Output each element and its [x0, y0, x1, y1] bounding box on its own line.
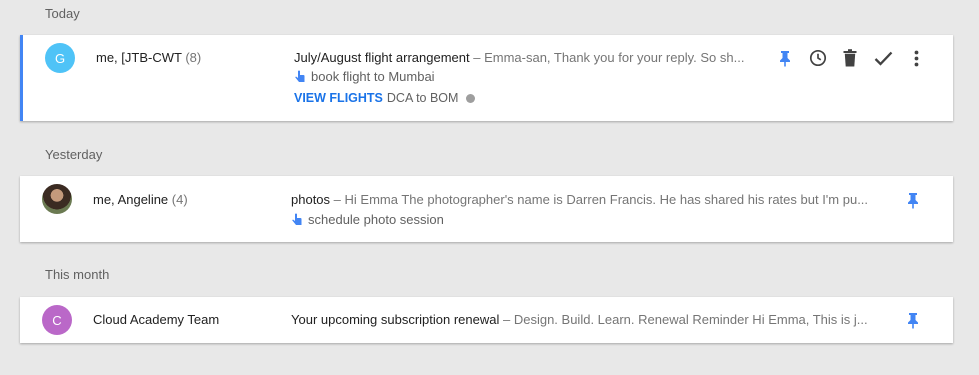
clock-icon — [809, 49, 827, 67]
subject-separator: – — [499, 312, 514, 327]
thread-snippet: Design. Build. Learn. Renewal Reminder H… — [513, 312, 868, 327]
thread-subject: photos — [291, 192, 331, 207]
thread-sender: me, [JTB-CWT (8) — [96, 50, 201, 65]
trash-icon — [843, 49, 857, 67]
more-options-button[interactable] — [905, 47, 927, 69]
sender-names: me, Angeline — [93, 192, 169, 207]
more-vert-icon — [914, 50, 918, 66]
pin-icon — [908, 312, 918, 328]
avatar: G — [45, 43, 75, 73]
section-label-this-month: This month — [45, 267, 110, 282]
pin-button[interactable] — [774, 47, 796, 69]
sender-names: me, [JTB-CWT — [96, 50, 182, 65]
smart-action-row: VIEW FLIGHTS DCA to BOM — [294, 91, 476, 105]
reminder-chip[interactable]: schedule photo session — [291, 212, 444, 227]
pin-icon — [780, 50, 790, 66]
thread-snippet: Emma-san, Thank you for your reply. So s… — [484, 50, 745, 65]
sender-names: Cloud Academy Team — [93, 312, 220, 327]
thread-snippet: Hi Emma The photographer's name is Darre… — [344, 192, 869, 207]
message-count: (4) — [171, 192, 188, 207]
reminder-text: schedule photo session — [308, 212, 444, 227]
check-icon — [874, 51, 892, 66]
avatar — [42, 184, 72, 214]
thread-summary: July/August flight arrangement – Emma-sa… — [294, 50, 766, 65]
thread-item-subscription[interactable]: C Cloud Academy Team Your upcoming subsc… — [20, 297, 953, 343]
pin-button[interactable] — [902, 309, 924, 331]
thread-summary: Your upcoming subscription renewal – Des… — [291, 312, 895, 327]
section-label-yesterday: Yesterday — [45, 147, 103, 162]
avatar: C — [42, 305, 72, 335]
delete-button[interactable] — [839, 47, 861, 69]
thread-subject: July/August flight arrangement — [294, 50, 470, 65]
snooze-button[interactable] — [807, 47, 829, 69]
info-icon[interactable] — [466, 93, 476, 103]
subject-separator: – — [469, 50, 485, 65]
flight-route: DCA to BOM — [386, 91, 459, 105]
message-count: (8) — [185, 50, 202, 65]
thread-summary: photos – Hi Emma The photographer's name… — [291, 192, 895, 207]
done-button[interactable] — [872, 47, 894, 69]
reminder-chip[interactable]: book flight to Mumbai — [294, 69, 435, 84]
thread-item-photos[interactable]: me, Angeline (4) photos – Hi Emma The ph… — [20, 176, 953, 242]
subject-separator: – — [330, 192, 345, 207]
pin-icon — [908, 192, 918, 208]
thread-sender: Cloud Academy Team — [93, 312, 219, 327]
thread-sender: me, Angeline (4) — [93, 192, 188, 207]
reminder-hand-icon — [292, 213, 302, 225]
section-label-today: Today — [45, 6, 80, 21]
view-flights-link[interactable]: VIEW FLIGHTS — [294, 91, 383, 105]
reminder-hand-icon — [295, 70, 305, 82]
reminder-text: book flight to Mumbai — [311, 69, 435, 84]
thread-item-flight[interactable]: G me, [JTB-CWT (8) July/August flight ar… — [20, 35, 953, 121]
pin-button[interactable] — [902, 189, 924, 211]
thread-subject: Your upcoming subscription renewal — [291, 312, 500, 327]
